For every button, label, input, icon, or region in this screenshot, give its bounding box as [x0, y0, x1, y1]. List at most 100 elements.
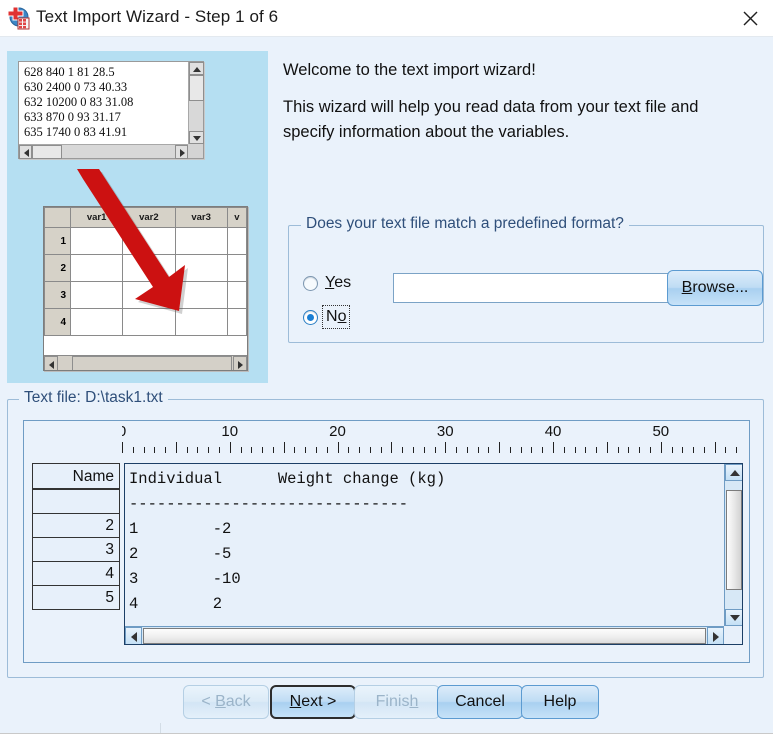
- radio-no-indicator[interactable]: [303, 309, 318, 325]
- help-button[interactable]: Help: [521, 685, 599, 719]
- ruler-tick: [337, 442, 339, 453]
- ruler-tick: [542, 447, 544, 453]
- accel-char: N: [289, 693, 302, 710]
- scroll-down-icon: [189, 131, 204, 144]
- grid-cell: [226, 254, 247, 282]
- ruler-tick: [639, 447, 641, 453]
- ruler-label: 0: [122, 423, 126, 440]
- illustration-text-line: 633 870 0 93 31.17: [24, 110, 121, 124]
- illustration-text-line: 630 2400 0 73 40.33: [24, 80, 128, 94]
- browse-button[interactable]: Browse...: [667, 270, 763, 306]
- ruler-label: 40: [544, 423, 562, 440]
- ruler-tick: [391, 442, 393, 453]
- accel-char: h: [409, 693, 419, 710]
- label-start: N: [326, 308, 338, 325]
- ruler-label: 50: [652, 423, 670, 440]
- row-header: 2: [44, 254, 71, 282]
- ruler-tick: [585, 447, 587, 453]
- preview-line: 3 -10: [129, 570, 241, 588]
- spss-text-import-icon: [6, 6, 30, 30]
- radio-no[interactable]: No: [303, 305, 351, 329]
- ruler-tick: [563, 447, 565, 453]
- ruler-tick: [251, 447, 253, 453]
- next-button[interactable]: Next >: [270, 685, 356, 719]
- illustration-text-line: 632 10200 0 83 31.08: [24, 95, 134, 109]
- ruler-tick: [272, 447, 274, 453]
- ruler-label: 10: [221, 423, 239, 440]
- illustration-text-line: 635 1740 0 83 41.91: [24, 125, 128, 139]
- preview-vertical-scrollbar[interactable]: [724, 464, 742, 626]
- ruler-tick: [294, 447, 296, 453]
- cancel-button[interactable]: Cancel: [437, 685, 523, 719]
- ruler-tick: [434, 447, 436, 453]
- red-down-right-arrow: [77, 169, 188, 314]
- ruler-tick: [348, 447, 350, 453]
- scroll-right-icon: [233, 356, 247, 370]
- row-header: 3: [44, 281, 71, 309]
- ruler-tick: [154, 447, 156, 453]
- back-button: < Back: [183, 685, 269, 719]
- preview-horizontal-scrollbar[interactable]: [125, 626, 724, 644]
- ruler-label: 30: [436, 423, 454, 440]
- preview-line: Individual Weight change (kg): [129, 470, 446, 488]
- ruler-tick: [617, 447, 619, 453]
- accel-char: o: [337, 308, 347, 325]
- variable-name-gutter: Name 2 3 4 5: [32, 463, 120, 645]
- ruler-tick: [553, 442, 555, 453]
- ruler-tick: [143, 447, 145, 453]
- row-header: 1: [44, 227, 71, 255]
- ruler-tick: [488, 447, 490, 453]
- scroll-right-icon[interactable]: [707, 627, 724, 644]
- text-file-legend: Text file: D:\task1.txt: [19, 389, 168, 407]
- ruler-tick: [445, 442, 447, 453]
- file-preview-panel: 0 10 20 30 40 50 Name 2 3 4 5 Individual Weig…: [23, 420, 750, 663]
- ruler-tick: [359, 447, 361, 453]
- gutter-cell: 2: [32, 513, 120, 538]
- ruler-tick: [628, 447, 630, 453]
- scroll-down-icon[interactable]: [725, 609, 742, 626]
- close-icon[interactable]: [729, 0, 773, 36]
- ruler-tick: [596, 447, 598, 453]
- ruler-tick: [283, 442, 285, 453]
- preview-line: 1 -2: [129, 520, 232, 538]
- scrollbar-thumb[interactable]: [143, 628, 706, 644]
- radio-yes[interactable]: Yes: [303, 274, 351, 292]
- radio-yes-indicator[interactable]: [303, 275, 318, 291]
- gutter-header: Name: [32, 463, 120, 490]
- ruler-tick: [477, 447, 479, 453]
- ruler-tick: [369, 447, 371, 453]
- scroll-up-icon[interactable]: [725, 464, 742, 481]
- ruler-tick: [574, 447, 576, 453]
- grid-cell: [226, 308, 247, 336]
- ruler-tick: [531, 447, 533, 453]
- finish-button: Finish: [354, 685, 440, 719]
- scrollbar-corner: [188, 144, 203, 158]
- ruler-tick: [132, 447, 134, 453]
- corner-cell: [44, 207, 71, 228]
- ruler-tick: [725, 447, 727, 453]
- preview-line: 4 2: [129, 595, 223, 613]
- label-rest: rowse...: [692, 279, 749, 296]
- ruler-tick: [218, 447, 220, 453]
- illustration-horizontal-scrollbar: [19, 144, 188, 159]
- radio-no-label: No: [321, 305, 351, 329]
- ruler-label: 20: [329, 423, 346, 440]
- scroll-up-icon: [189, 62, 204, 75]
- scrollbar-thumb[interactable]: [726, 490, 742, 590]
- column-header: v: [226, 207, 247, 228]
- gutter-cell: [32, 489, 120, 514]
- predefined-format-group: Does your text file match a predefined f…: [288, 215, 764, 343]
- scroll-left-icon[interactable]: [125, 627, 142, 644]
- gutter-cell: 4: [32, 561, 120, 586]
- ruler-tick: [650, 447, 652, 453]
- accel-char: B: [681, 279, 693, 296]
- ruler-tick: [402, 447, 404, 453]
- predefined-format-input[interactable]: [393, 273, 679, 303]
- row-header: 4: [44, 308, 71, 336]
- text-import-wizard-dialog: 628 840 1 81 28.5 630 2400 0 73 40.33 63…: [0, 37, 773, 737]
- ruler-tick: [165, 447, 167, 453]
- file-preview-lines: Individual Weight change (kg) ----------…: [125, 464, 724, 626]
- ruler-tick: [240, 447, 242, 453]
- ruler-tick: [197, 447, 199, 453]
- file-preview-text[interactable]: Individual Weight change (kg) ----------…: [124, 463, 743, 645]
